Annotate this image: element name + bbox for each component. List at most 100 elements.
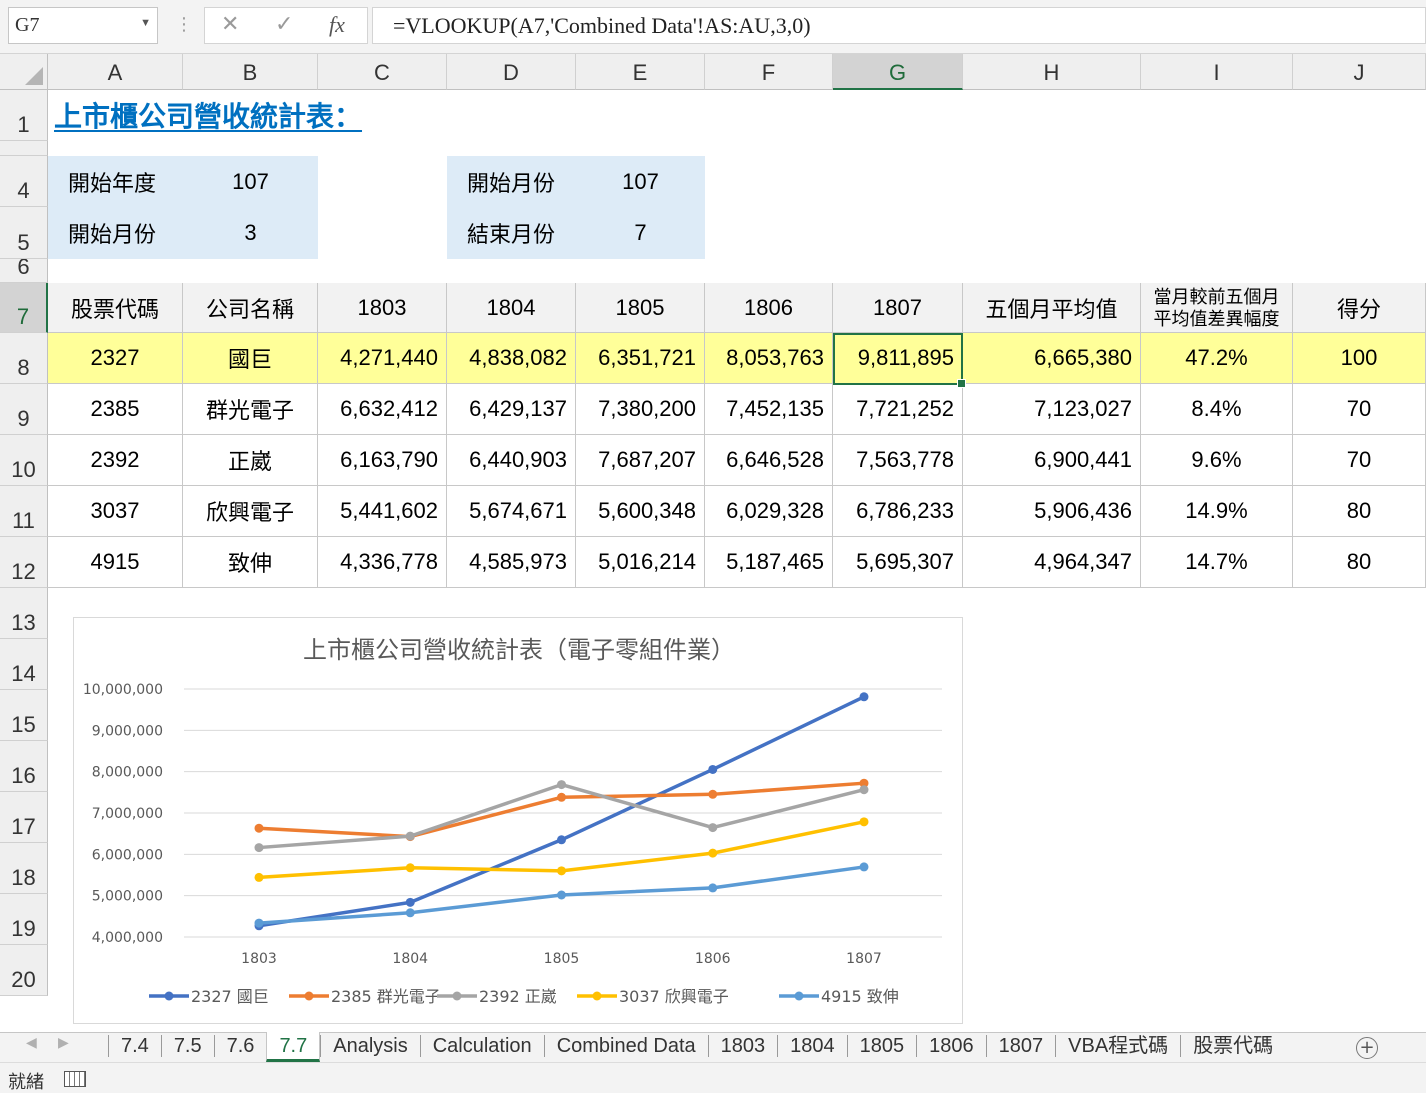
- table-cell[interactable]: 8.4%: [1141, 384, 1293, 435]
- start-year-label[interactable]: 開始年度: [48, 156, 183, 207]
- name-box[interactable]: G7 ▼: [8, 7, 158, 44]
- sheet-tab[interactable]: 1803: [707, 1035, 778, 1057]
- table-cell[interactable]: 2392: [48, 435, 183, 486]
- row-header-9[interactable]: 9: [0, 384, 48, 435]
- table-cell[interactable]: 5,674,671: [447, 486, 576, 537]
- table-header-cell[interactable]: 1805: [576, 283, 705, 333]
- column-header-b[interactable]: B: [183, 54, 318, 90]
- row-header-5[interactable]: 5: [0, 207, 48, 259]
- table-cell[interactable]: 6,429,137: [447, 384, 576, 435]
- cancel-icon[interactable]: ✕: [221, 12, 239, 37]
- column-header-c[interactable]: C: [318, 54, 447, 90]
- table-cell[interactable]: 4,585,973: [447, 537, 576, 588]
- row-header-12[interactable]: 12: [0, 537, 48, 588]
- start-month2-label[interactable]: 開始月份: [447, 156, 576, 207]
- column-header-a[interactable]: A: [48, 54, 183, 90]
- chevron-down-icon[interactable]: ▼: [140, 17, 151, 29]
- table-cell[interactable]: 6,351,721: [576, 333, 705, 384]
- table-cell[interactable]: 80: [1293, 537, 1426, 588]
- table-cell[interactable]: 6,163,790: [318, 435, 447, 486]
- start-month-value[interactable]: 3: [183, 207, 318, 259]
- row-header-7[interactable]: 7: [0, 283, 48, 333]
- row-header-11[interactable]: 11: [0, 486, 48, 537]
- row-header-19[interactable]: 19: [0, 894, 48, 945]
- column-header-e[interactable]: E: [576, 54, 705, 90]
- row-header-10[interactable]: 10: [0, 435, 48, 486]
- table-header-cell[interactable]: 當月較前五個月 平均值差異幅度: [1141, 283, 1293, 333]
- sheet-tab[interactable]: Combined Data: [543, 1035, 708, 1057]
- table-header-cell[interactable]: 得分: [1293, 283, 1426, 333]
- column-header-h[interactable]: H: [963, 54, 1141, 90]
- insert-function-icon[interactable]: fx: [329, 12, 345, 38]
- macro-record-icon[interactable]: [64, 1071, 86, 1087]
- table-cell[interactable]: 8,053,763: [705, 333, 833, 384]
- table-cell[interactable]: 100: [1293, 333, 1426, 384]
- table-header-cell[interactable]: 1807: [833, 283, 963, 333]
- row-header-17[interactable]: 17: [0, 792, 48, 843]
- table-cell[interactable]: 2385: [48, 384, 183, 435]
- revenue-line-chart[interactable]: 上市櫃公司營收統計表（電子零組件業） 4,000,000 5,000,000 6,00…: [73, 617, 963, 1024]
- table-cell[interactable]: 5,695,307: [833, 537, 963, 588]
- next-sheet-icon[interactable]: ▶: [58, 1035, 69, 1051]
- table-cell[interactable]: 2327: [48, 333, 183, 384]
- table-cell[interactable]: 14.7%: [1141, 537, 1293, 588]
- table-cell[interactable]: 6,632,412: [318, 384, 447, 435]
- table-cell[interactable]: 14.9%: [1141, 486, 1293, 537]
- table-cell[interactable]: 7,687,207: [576, 435, 705, 486]
- sheet-tab[interactable]: 1807: [985, 1035, 1056, 1057]
- row-header-8[interactable]: 8: [0, 333, 48, 384]
- select-all-corner[interactable]: [0, 54, 48, 90]
- sheet-tab[interactable]: 7.6: [213, 1035, 267, 1057]
- table-cell[interactable]: 正崴: [183, 435, 318, 486]
- sheet-title[interactable]: 上市櫃公司營收統計表：: [54, 95, 362, 135]
- column-header-f[interactable]: F: [705, 54, 833, 90]
- column-header-d[interactable]: D: [447, 54, 576, 90]
- formula-input[interactable]: =VLOOKUP(A7,'Combined Data'!AS:AU,3,0): [372, 7, 1426, 44]
- table-cell[interactable]: 4,964,347: [963, 537, 1141, 588]
- table-header-cell[interactable]: 公司名稱: [183, 283, 318, 333]
- table-cell[interactable]: 47.2%: [1141, 333, 1293, 384]
- sheet-tab[interactable]: Analysis: [320, 1035, 419, 1057]
- start-month2-value[interactable]: 107: [576, 156, 705, 207]
- sheet-tab[interactable]: 7.7: [266, 1032, 321, 1062]
- table-cell[interactable]: 7,721,252: [833, 384, 963, 435]
- sheet-tab[interactable]: 7.5: [160, 1035, 214, 1057]
- table-cell[interactable]: 致伸: [183, 537, 318, 588]
- table-cell[interactable]: 群光電子: [183, 384, 318, 435]
- table-cell[interactable]: 4,336,778: [318, 537, 447, 588]
- enter-icon[interactable]: ✓: [275, 12, 293, 37]
- row-header-6[interactable]: 6: [0, 259, 48, 283]
- table-cell[interactable]: 6,900,441: [963, 435, 1141, 486]
- table-cell[interactable]: 欣興電子: [183, 486, 318, 537]
- row-header-13[interactable]: 13: [0, 588, 48, 639]
- sheet-tab[interactable]: 股票代碼: [1180, 1035, 1285, 1057]
- sheet-tab[interactable]: 1806: [916, 1035, 986, 1057]
- sheet-tab[interactable]: 1805: [846, 1035, 917, 1057]
- table-cell[interactable]: 4,271,440: [318, 333, 447, 384]
- table-cell[interactable]: 4915: [48, 537, 183, 588]
- more-options-icon[interactable]: ⋮: [175, 10, 193, 40]
- prev-sheet-icon[interactable]: ◀: [26, 1035, 37, 1051]
- table-cell[interactable]: 國巨: [183, 333, 318, 384]
- table-header-cell[interactable]: 1804: [447, 283, 576, 333]
- column-header-j[interactable]: J: [1293, 54, 1426, 90]
- add-sheet-icon[interactable]: +: [1356, 1037, 1378, 1059]
- row-header-1[interactable]: 1: [0, 90, 48, 141]
- table-cell[interactable]: 3037: [48, 486, 183, 537]
- table-cell[interactable]: 70: [1293, 384, 1426, 435]
- table-cell[interactable]: 5,441,602: [318, 486, 447, 537]
- table-cell[interactable]: 6,029,328: [705, 486, 833, 537]
- table-header-cell[interactable]: 五個月平均值: [963, 283, 1141, 333]
- table-header-cell[interactable]: 1806: [705, 283, 833, 333]
- row-header-16[interactable]: 16: [0, 741, 48, 792]
- table-cell[interactable]: 4,838,082: [447, 333, 576, 384]
- table-cell[interactable]: 7,123,027: [963, 384, 1141, 435]
- sheet-tab[interactable]: 7.4: [108, 1035, 161, 1057]
- row-header-15[interactable]: 15: [0, 690, 48, 741]
- table-cell[interactable]: 5,187,465: [705, 537, 833, 588]
- table-cell[interactable]: 6,440,903: [447, 435, 576, 486]
- table-cell[interactable]: 6,665,380: [963, 333, 1141, 384]
- row-header-20[interactable]: 20: [0, 945, 48, 996]
- sheet-tab[interactable]: 1804: [777, 1035, 847, 1057]
- table-cell[interactable]: 5,906,436: [963, 486, 1141, 537]
